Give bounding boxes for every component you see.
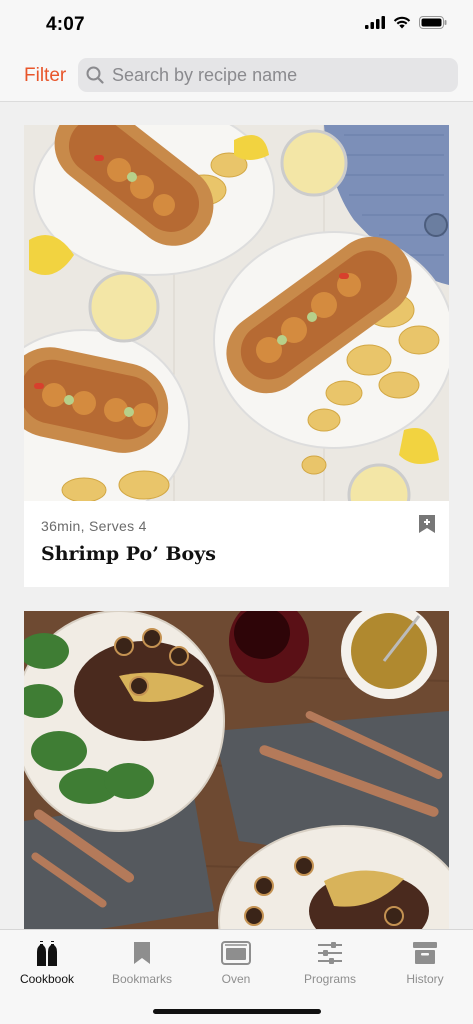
status-bar: 4:07: [0, 0, 473, 52]
tab-label: Programs: [303, 972, 356, 986]
tab-history[interactable]: History: [385, 938, 465, 986]
cellular-signal-icon: [365, 16, 385, 29]
tab-programs[interactable]: Programs: [290, 938, 370, 986]
recipe-meta: 36min, Serves 4: [41, 518, 147, 534]
recipe-feed[interactable]: 36min, Serves 4 Shrimp Po’ Boys: [0, 103, 473, 929]
tab-label: History: [406, 972, 444, 986]
tab-cookbook[interactable]: Cookbook: [7, 938, 87, 986]
tab-label: Oven: [221, 972, 251, 986]
search-bar[interactable]: [78, 58, 458, 92]
tab-oven[interactable]: Oven: [196, 938, 276, 986]
recipe-photo[interactable]: [24, 611, 449, 929]
header: Filter: [0, 52, 473, 102]
archive-box-icon: [413, 942, 437, 964]
status-time: 4:07: [46, 14, 85, 35]
oven-icon: [221, 941, 251, 965]
search-icon: [86, 66, 104, 84]
add-bookmark-icon[interactable]: [418, 514, 436, 534]
recipe-card[interactable]: 36min, Serves 4 Shrimp Po’ Boys: [24, 125, 449, 587]
status-icons: [365, 16, 447, 29]
steak-dinner-photo: [24, 611, 449, 929]
recipe-title[interactable]: Shrimp Po’ Boys: [41, 543, 216, 565]
wifi-icon: [393, 16, 411, 29]
battery-icon: [419, 16, 447, 29]
filter-button[interactable]: Filter: [24, 65, 66, 87]
home-indicator[interactable]: [153, 1009, 321, 1014]
recipe-photo[interactable]: [24, 125, 449, 501]
bookmark-icon: [134, 942, 150, 964]
recipe-card[interactable]: [24, 611, 449, 929]
search-input[interactable]: [112, 58, 452, 92]
tab-label: Bookmarks: [111, 972, 173, 986]
sliders-icon: [318, 942, 342, 964]
tab-label: Cookbook: [19, 972, 75, 986]
salt-pepper-icon: [37, 941, 57, 966]
tab-bookmarks[interactable]: Bookmarks: [102, 938, 182, 986]
shrimp-po-boy-photo: [24, 125, 449, 501]
